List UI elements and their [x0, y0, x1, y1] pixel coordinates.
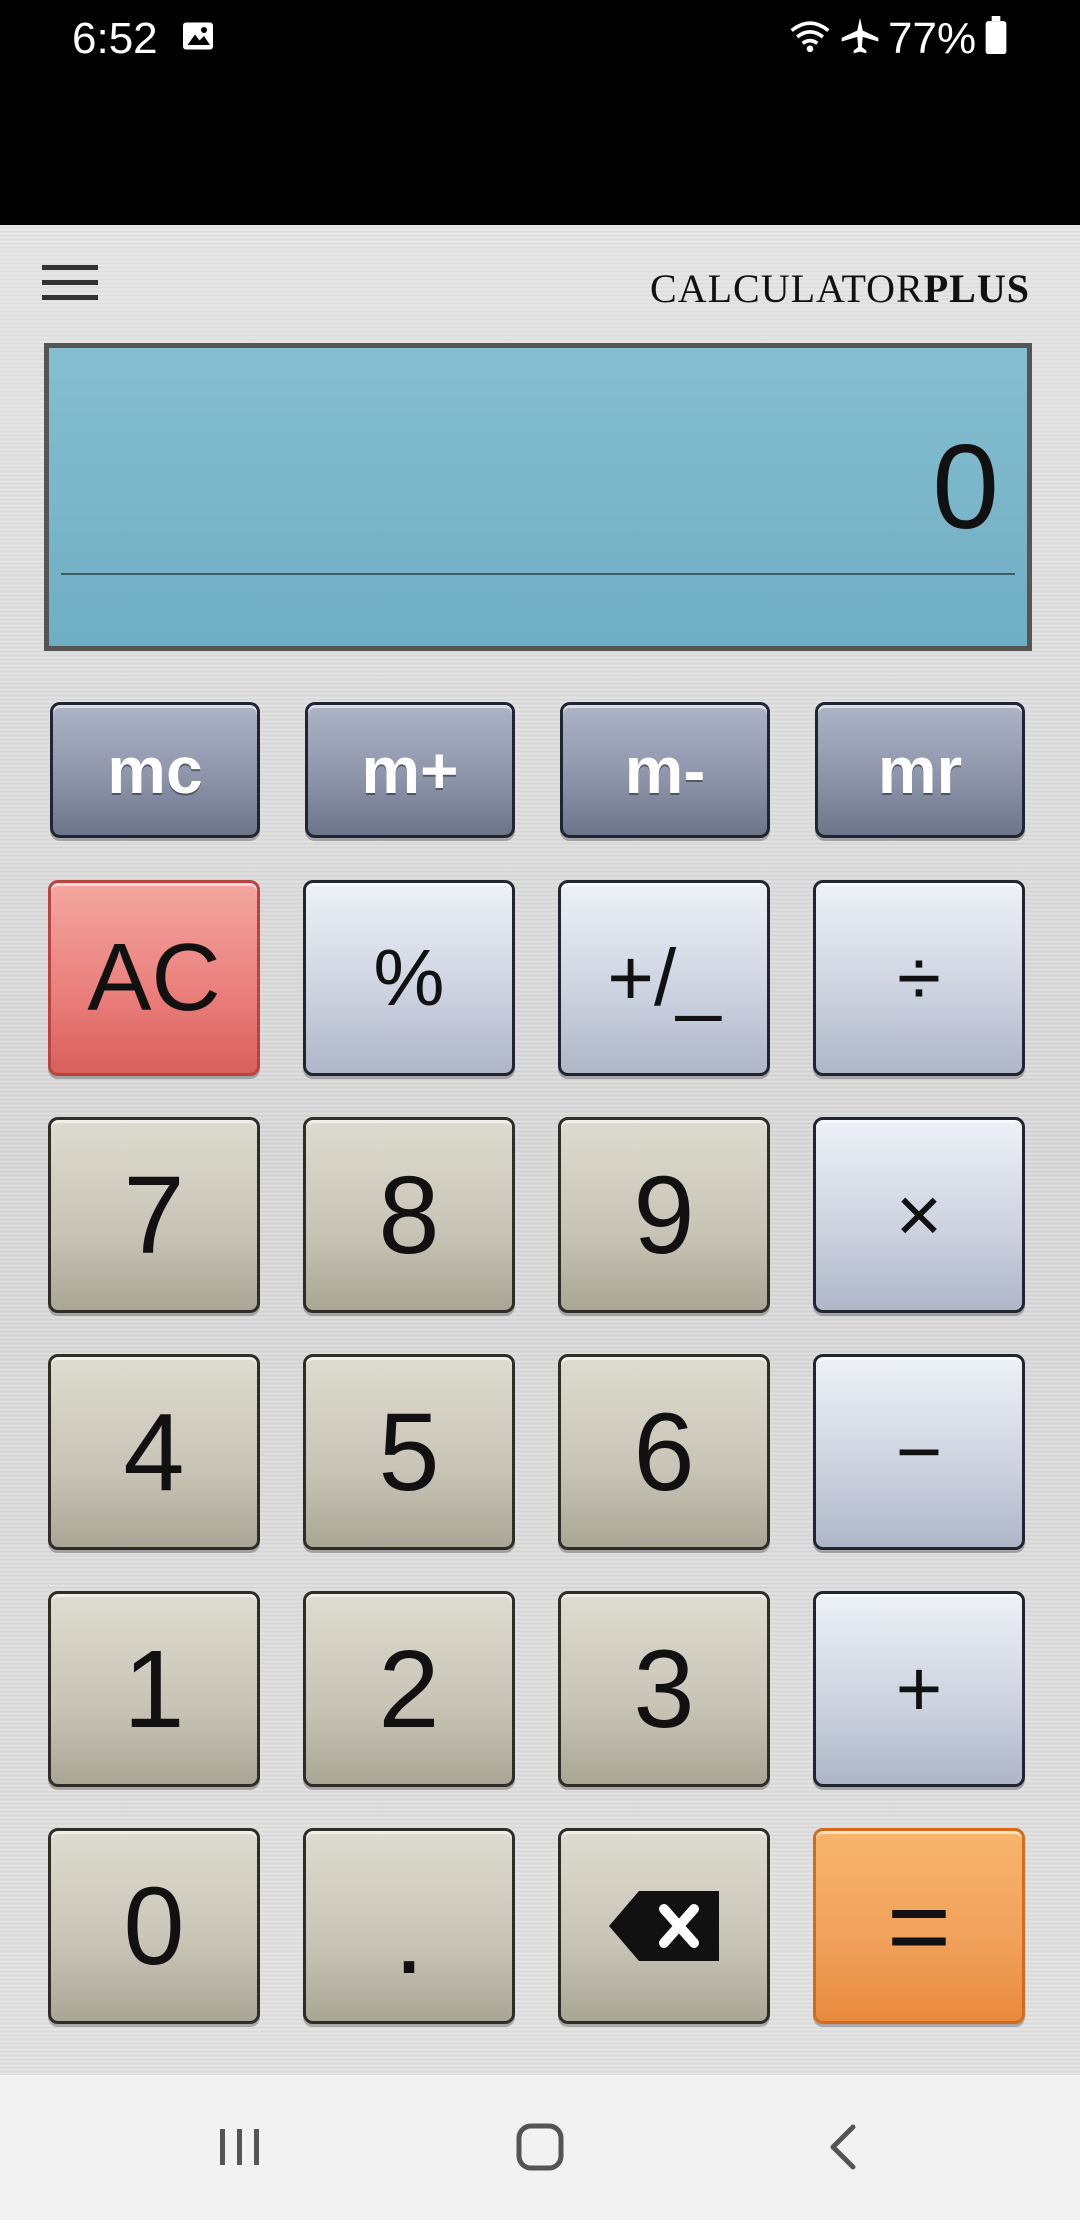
backspace-button[interactable]	[558, 1828, 770, 2024]
back-icon[interactable]	[815, 2117, 875, 2177]
memory-subtract-button[interactable]: m-	[560, 702, 770, 838]
navigation-bar	[0, 2075, 1080, 2220]
equals-button[interactable]: =	[813, 1828, 1025, 2024]
digit-5-button[interactable]: 5	[303, 1354, 515, 1550]
decimal-point-button[interactable]: .	[303, 1828, 515, 2024]
status-bar: 6:52 77%	[0, 0, 1080, 225]
divide-button[interactable]: ÷	[813, 880, 1025, 1076]
digit-9-button[interactable]: 9	[558, 1117, 770, 1313]
multiply-button[interactable]: ×	[813, 1117, 1025, 1313]
gallery-icon	[183, 22, 213, 50]
backspace-icon	[609, 1891, 719, 1961]
battery-percent: 77%	[888, 14, 977, 63]
recent-apps-icon[interactable]	[210, 2117, 270, 2177]
memory-recall-button[interactable]: mr	[815, 702, 1025, 838]
digit-2-button[interactable]: 2	[303, 1591, 515, 1787]
digit-8-button[interactable]: 8	[303, 1117, 515, 1313]
calculator-app: CALCULATORPLUS 0 mc m+ m- mr AC % +/_ ÷ …	[0, 225, 1080, 2075]
digit-6-button[interactable]: 6	[558, 1354, 770, 1550]
decimal-point-label: .	[393, 1874, 425, 1997]
add-button[interactable]: +	[813, 1591, 1025, 1787]
display-divider	[61, 573, 1015, 575]
display-value: 0	[932, 420, 999, 554]
battery-icon	[985, 16, 1007, 54]
home-icon[interactable]	[510, 2117, 570, 2177]
memory-add-button[interactable]: m+	[305, 702, 515, 838]
subtract-button[interactable]: −	[813, 1354, 1025, 1550]
calculator-display: 0	[44, 343, 1032, 651]
memory-clear-button[interactable]: mc	[50, 702, 260, 838]
percent-button[interactable]: %	[303, 880, 515, 1076]
digit-4-button[interactable]: 4	[48, 1354, 260, 1550]
digit-0-button[interactable]: 0	[48, 1828, 260, 2024]
digit-1-button[interactable]: 1	[48, 1591, 260, 1787]
plus-minus-button[interactable]: +/_	[558, 880, 770, 1076]
wifi-icon	[790, 21, 830, 53]
digit-3-button[interactable]: 3	[558, 1591, 770, 1787]
brand-bold: PLUS	[923, 266, 1030, 311]
brand-regular: CALCULATOR	[650, 266, 924, 311]
all-clear-button[interactable]: AC	[48, 880, 260, 1076]
status-time: 6:52	[72, 14, 158, 63]
digit-7-button[interactable]: 7	[48, 1117, 260, 1313]
app-logo: CALCULATORPLUS	[650, 265, 1030, 312]
airplane-icon	[841, 17, 879, 54]
hamburger-menu-icon[interactable]	[40, 261, 100, 305]
